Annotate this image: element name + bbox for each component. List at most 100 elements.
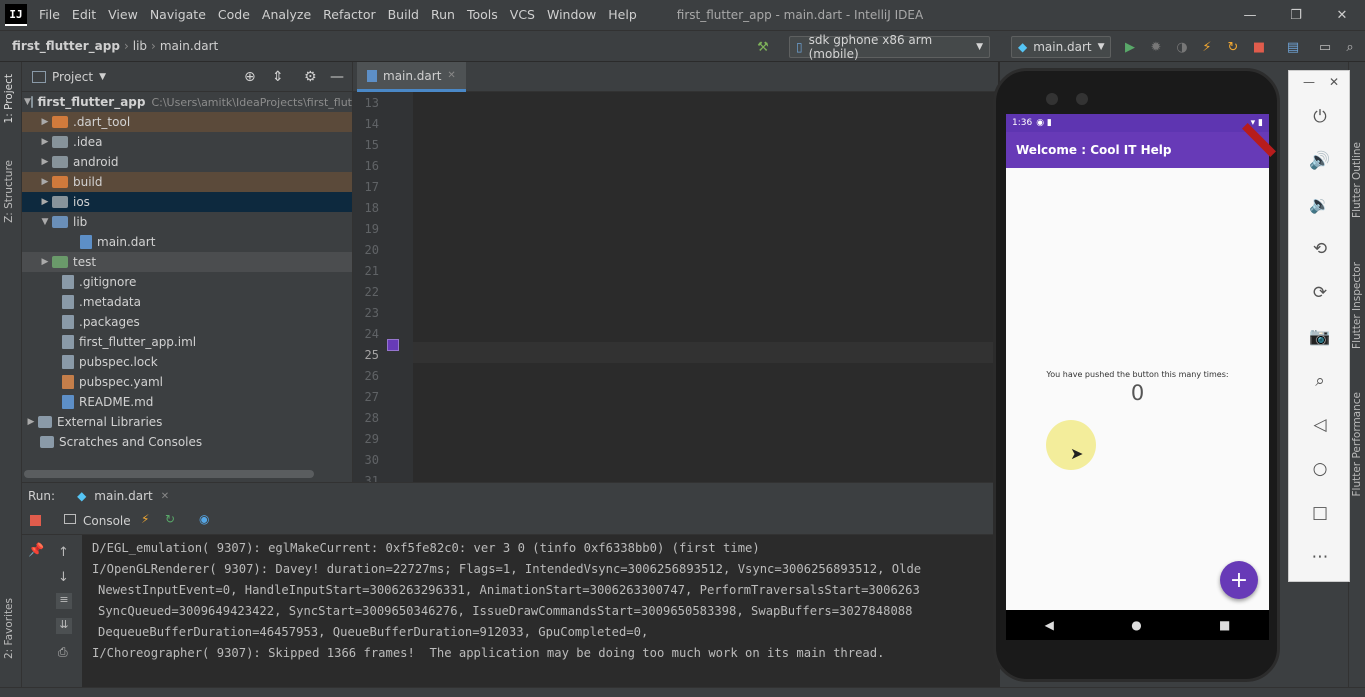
tab-flutter-performance[interactable]: Flutter Performance <box>1351 392 1363 497</box>
expand-arrow-icon[interactable]: ▶ <box>24 417 38 427</box>
tree-item-android[interactable]: ▶ android <box>22 152 352 172</box>
chevron-down-icon[interactable]: ▼ <box>99 72 106 82</box>
screenshot-icon[interactable]: 📷 <box>1289 323 1351 351</box>
menu-window[interactable]: Window <box>541 0 602 30</box>
breadcrumb-folder[interactable]: lib <box>133 39 147 53</box>
horizontal-scrollbar[interactable] <box>24 470 314 478</box>
tree-item-external-libraries[interactable]: ▶ External Libraries <box>22 412 352 432</box>
overview-icon[interactable]: □ <box>1289 499 1351 527</box>
rotate-left-icon[interactable]: ⟲ <box>1289 235 1351 263</box>
back-icon[interactable]: ◁ <box>1289 411 1351 439</box>
collapse-arrow-icon[interactable]: ▼ <box>38 217 52 227</box>
hide-panel-icon[interactable]: — <box>330 69 344 85</box>
layout-icon[interactable]: ▭ <box>1317 39 1333 55</box>
console-tab[interactable]: Console <box>83 514 131 528</box>
locate-icon[interactable]: ⊕ <box>244 69 256 85</box>
hot-restart-icon[interactable]: ↻ <box>1225 39 1241 55</box>
tree-item-lib[interactable]: ▼ lib <box>22 212 352 232</box>
gear-icon[interactable]: ⚙ <box>304 69 317 85</box>
scroll-up-icon[interactable]: ↑ <box>58 545 69 560</box>
menu-help[interactable]: Help <box>602 0 643 30</box>
tree-item-packages[interactable]: .packages <box>22 312 352 332</box>
volume-down-icon[interactable]: 🔉 <box>1289 191 1351 219</box>
tree-item-ios[interactable]: ▶ ios <box>22 192 352 212</box>
close-tab-icon[interactable]: ✕ <box>447 70 455 81</box>
menu-file[interactable]: File <box>33 0 66 30</box>
rotate-right-icon[interactable]: ⟳ <box>1289 279 1351 307</box>
coverage-icon[interactable]: ◑ <box>1174 39 1190 55</box>
print-icon[interactable]: ⎙ <box>58 645 68 660</box>
code-editor[interactable]: main.dart ✕ 13 14 15 16 17 18 19 20 21 2… <box>352 62 998 482</box>
tab-favorites[interactable]: 2: Favorites <box>3 598 15 659</box>
tree-item-gitignore[interactable]: .gitignore <box>22 272 352 292</box>
volume-up-icon[interactable]: 🔊 <box>1289 147 1351 175</box>
tree-item-build[interactable]: ▶ build <box>22 172 352 192</box>
tree-item-test[interactable]: ▶ test <box>22 252 352 272</box>
hot-restart-icon[interactable]: ↻ <box>165 512 175 526</box>
minimize-icon[interactable]: — <box>1227 0 1273 30</box>
debug-icon[interactable]: ✹ <box>1148 39 1164 55</box>
menu-run[interactable]: Run <box>425 0 461 30</box>
expand-arrow-icon[interactable]: ▶ <box>38 117 52 127</box>
expand-arrow-icon[interactable]: ▶ <box>38 197 52 207</box>
devtools-icon[interactable]: ◉ <box>199 512 209 526</box>
tab-structure[interactable]: Z: Structure <box>3 160 15 223</box>
run-tab-main-dart[interactable]: main.dart <box>94 489 152 503</box>
menu-vcs[interactable]: VCS <box>504 0 541 30</box>
search-icon[interactable]: ⌕ <box>1342 39 1358 55</box>
expand-arrow-icon[interactable]: ▼ <box>24 97 31 107</box>
breadcrumb-project[interactable]: first_flutter_app <box>12 39 120 53</box>
phone-screen[interactable]: 1:36 ◉ ▮ ▾ ▮ Welcome : Cool IT Help You … <box>1006 114 1276 610</box>
minimize-icon[interactable]: — <box>1303 75 1315 89</box>
soft-wrap-icon[interactable]: ≡ <box>56 593 72 609</box>
menu-view[interactable]: View <box>102 0 144 30</box>
menu-analyze[interactable]: Analyze <box>256 0 317 30</box>
menu-code[interactable]: Code <box>212 0 256 30</box>
scroll-down-icon[interactable]: ↓ <box>58 570 69 585</box>
pin-icon[interactable]: 📌 <box>28 543 44 558</box>
menu-navigate[interactable]: Navigate <box>144 0 212 30</box>
tab-flutter-inspector[interactable]: Flutter Inspector <box>1351 262 1363 349</box>
menu-refactor[interactable]: Refactor <box>317 0 381 30</box>
tree-root[interactable]: ▼ first_flutter_app C:\Users\amitk\IdeaP… <box>22 92 352 112</box>
run-config-selector[interactable]: ◆ main.dart ▼ <box>1011 36 1111 58</box>
project-structure-icon[interactable]: ▤ <box>1285 39 1301 55</box>
hot-reload-icon[interactable]: ⚡ <box>141 512 149 526</box>
zoom-icon[interactable]: ⌕ <box>1289 367 1351 395</box>
expand-arrow-icon[interactable]: ▶ <box>38 137 52 147</box>
tree-item-main-dart[interactable]: main.dart <box>22 232 352 252</box>
tree-item-idea[interactable]: ▶ .idea <box>22 132 352 152</box>
close-icon[interactable]: ✕ <box>1319 0 1365 30</box>
menu-build[interactable]: Build <box>382 0 425 30</box>
expand-arrow-icon[interactable]: ▶ <box>38 257 52 267</box>
restore-icon[interactable]: ❐ <box>1273 0 1319 30</box>
tree-item-scratches[interactable]: Scratches and Consoles <box>22 432 352 452</box>
home-icon[interactable]: ○ <box>1289 455 1351 483</box>
tree-item-iml[interactable]: first_flutter_app.iml <box>22 332 352 352</box>
tab-project[interactable]: 1: Project <box>3 74 15 123</box>
tab-flutter-outline[interactable]: Flutter Outline <box>1351 142 1363 218</box>
hot-reload-icon[interactable]: ⚡ <box>1199 39 1215 55</box>
tree-item-pubspec-lock[interactable]: pubspec.lock <box>22 352 352 372</box>
nav-home-icon[interactable]: ● <box>1131 618 1141 632</box>
power-icon[interactable]: ⏻ <box>1289 103 1351 131</box>
tree-item-readme[interactable]: README.md <box>22 392 352 412</box>
build-hammer-icon[interactable]: ⚒ <box>755 39 771 55</box>
run-icon[interactable]: ▶ <box>1122 39 1138 55</box>
scroll-end-icon[interactable]: ⇊ <box>56 618 72 634</box>
stop-icon[interactable] <box>30 515 41 526</box>
increment-fab-button[interactable]: + <box>1220 561 1258 599</box>
menu-edit[interactable]: Edit <box>66 0 102 30</box>
editor-tab-main-dart[interactable]: main.dart ✕ <box>357 62 466 92</box>
tree-item-dart-tool[interactable]: ▶ .dart_tool <box>22 112 352 132</box>
expand-arrow-icon[interactable]: ▶ <box>38 157 52 167</box>
nav-recents-icon[interactable]: ■ <box>1219 618 1230 632</box>
device-selector[interactable]: ▯ sdk gphone x86 arm (mobile) ▼ <box>789 33 990 61</box>
stop-icon[interactable]: ■ <box>1251 39 1267 55</box>
collapse-all-icon[interactable]: ⇕ <box>272 69 284 85</box>
expand-arrow-icon[interactable]: ▶ <box>38 177 52 187</box>
nav-back-icon[interactable]: ◀ <box>1045 618 1054 632</box>
tree-item-metadata[interactable]: .metadata <box>22 292 352 312</box>
project-view-selector[interactable]: Project <box>52 70 93 84</box>
close-tab-icon[interactable]: ✕ <box>161 491 169 502</box>
